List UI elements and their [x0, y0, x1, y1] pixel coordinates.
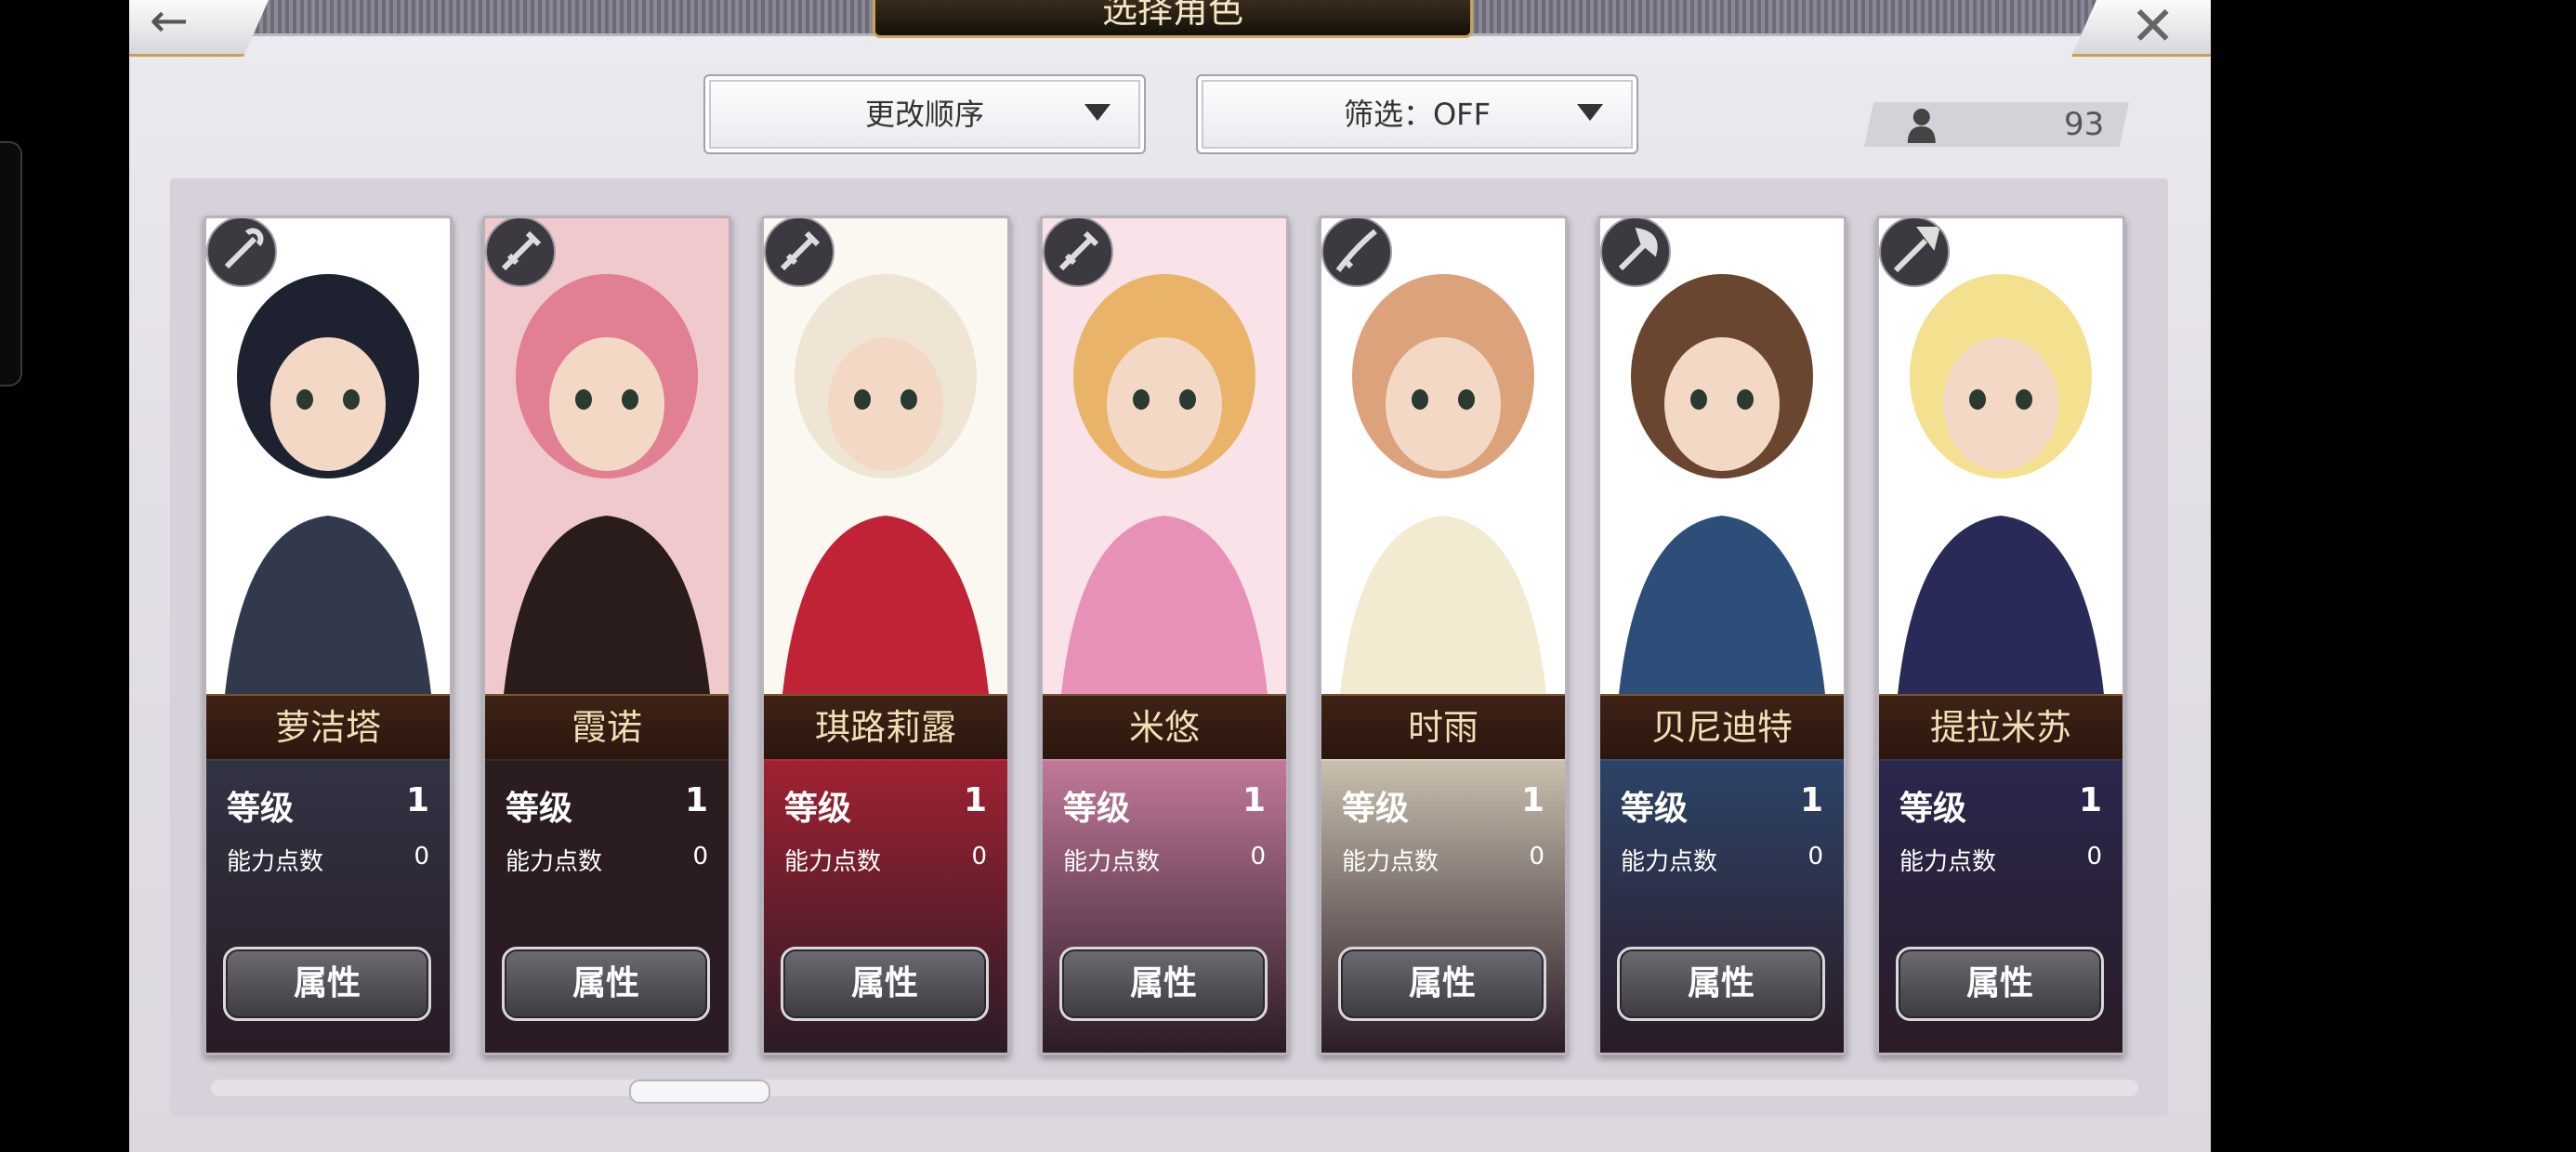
attributes-button[interactable]: 属性	[1617, 947, 1825, 1021]
character-name: 萝洁塔	[206, 694, 450, 761]
character-portrait	[1321, 218, 1565, 694]
ability-points-label: 能力点数	[227, 848, 324, 876]
character-portrait	[1879, 218, 2123, 694]
sword-icon	[485, 218, 556, 287]
sword-icon	[764, 218, 835, 287]
level-value: 1	[2078, 781, 2102, 819]
character-portrait	[1600, 218, 1844, 694]
character-name: 贝尼迪特	[1600, 694, 1844, 761]
ability-points-value: 0	[1529, 843, 1544, 871]
close-icon: ✕	[2130, 0, 2175, 58]
character-portrait	[206, 218, 450, 694]
attributes-button[interactable]: 属性	[781, 947, 989, 1021]
character-card[interactable]: 米悠等级 1 能力点数 0 属性	[1040, 216, 1289, 1055]
level-value: 1	[1520, 781, 1544, 819]
back-button[interactable]: ←	[129, 0, 269, 57]
character-stats: 等级 1 能力点数 0 属性	[1043, 759, 1286, 1053]
sort-order-label: 更改顺序	[864, 97, 984, 132]
side-tab[interactable]	[0, 141, 22, 386]
sort-order-dropdown[interactable]: 更改顺序	[703, 74, 1146, 154]
ability-points-value: 0	[2086, 843, 2102, 871]
ability-points-value: 0	[1807, 843, 1823, 871]
level-value: 1	[1799, 781, 1823, 819]
character-stats: 等级 1 能力点数 0 属性	[485, 759, 729, 1053]
filter-label: 筛选：OFF	[1343, 97, 1491, 132]
user-icon	[1907, 109, 1936, 143]
level-value: 1	[963, 781, 987, 819]
attributes-button[interactable]: 属性	[223, 947, 431, 1021]
level-label: 等级	[1342, 790, 1410, 828]
character-card[interactable]: 时雨等级 1 能力点数 0 属性	[1319, 216, 1568, 1055]
character-stats: 等级 1 能力点数 0 属性	[206, 759, 450, 1053]
staff-icon	[206, 218, 277, 287]
character-card[interactable]: 提拉米苏等级 1 能力点数 0 属性	[1876, 216, 2125, 1055]
attributes-button[interactable]: 属性	[1059, 947, 1268, 1021]
ability-points-value: 0	[692, 843, 708, 871]
scrollbar-thumb[interactable]	[629, 1080, 770, 1104]
level-value: 1	[684, 781, 708, 819]
ability-points-value: 0	[1250, 843, 1266, 871]
ability-points-label: 能力点数	[1063, 848, 1161, 876]
character-stats: 等级 1 能力点数 0 属性	[1600, 759, 1844, 1053]
ability-points-value: 0	[414, 843, 429, 871]
level-label: 等级	[1063, 790, 1131, 828]
horizontal-scrollbar-track[interactable]	[211, 1080, 2138, 1096]
chevron-down-icon	[1577, 104, 1603, 121]
katana-icon	[1321, 218, 1392, 287]
spear-icon	[1879, 218, 1950, 287]
level-value: 1	[405, 781, 429, 819]
back-arrow-icon: ←	[150, 0, 189, 47]
attributes-button[interactable]: 属性	[1896, 947, 2104, 1021]
character-name: 米悠	[1043, 694, 1286, 761]
level-label: 等级	[506, 790, 573, 828]
character-name: 琪路莉露	[764, 694, 1007, 761]
page-title: 选择角色	[873, 0, 1473, 38]
character-name: 霞诺	[485, 694, 729, 761]
character-stats: 等级 1 能力点数 0 属性	[1321, 759, 1565, 1053]
character-count: 93	[2063, 106, 2104, 143]
axe-icon	[1600, 218, 1671, 287]
character-stats: 等级 1 能力点数 0 属性	[1879, 759, 2123, 1053]
character-card[interactable]: 琪路莉露等级 1 能力点数 0 属性	[761, 216, 1010, 1055]
ability-points-label: 能力点数	[784, 848, 882, 876]
ability-points-label: 能力点数	[1899, 848, 1997, 876]
sword-icon	[1043, 218, 1113, 287]
level-label: 等级	[227, 790, 295, 828]
character-count-badge: 93	[1863, 102, 2130, 147]
character-select-screen: ← 选择角色 ✕ 更改顺序 筛选：OFF 93 萝洁塔 等级 1 能力点数 0 属性 霞诺等…	[129, 0, 2211, 1152]
character-card[interactable]: 萝洁塔等级 1 能力点数 0 属性	[204, 216, 453, 1055]
character-portrait	[1043, 218, 1286, 694]
character-list[interactable]: 萝洁塔 等级 1 能力点数 0 属性 霞诺 等级 1 能力点数 0 属性 琪路莉露 等级 1 能力点数 0 属性米…	[170, 178, 2168, 1117]
character-card[interactable]: 贝尼迪特等级 1 能力点数 0 属性	[1597, 216, 1847, 1055]
chevron-down-icon	[1084, 104, 1111, 121]
character-card[interactable]: 霞诺等级 1 能力点数 0 属性	[482, 216, 731, 1055]
level-label: 等级	[1899, 790, 1967, 828]
filter-dropdown[interactable]: 筛选：OFF	[1196, 74, 1638, 154]
ability-points-label: 能力点数	[1342, 848, 1439, 876]
ability-points-value: 0	[971, 843, 987, 871]
character-portrait	[485, 218, 729, 694]
level-label: 等级	[784, 790, 852, 828]
ability-points-label: 能力点数	[1621, 848, 1718, 876]
attributes-button[interactable]: 属性	[1338, 947, 1546, 1021]
character-name: 时雨	[1321, 694, 1565, 761]
level-value: 1	[1242, 781, 1266, 819]
ability-points-label: 能力点数	[506, 848, 603, 876]
character-stats: 等级 1 能力点数 0 属性	[764, 759, 1007, 1053]
character-portrait	[764, 218, 1007, 694]
character-name: 提拉米苏	[1879, 694, 2123, 761]
attributes-button[interactable]: 属性	[502, 947, 710, 1021]
level-label: 等级	[1621, 790, 1689, 828]
